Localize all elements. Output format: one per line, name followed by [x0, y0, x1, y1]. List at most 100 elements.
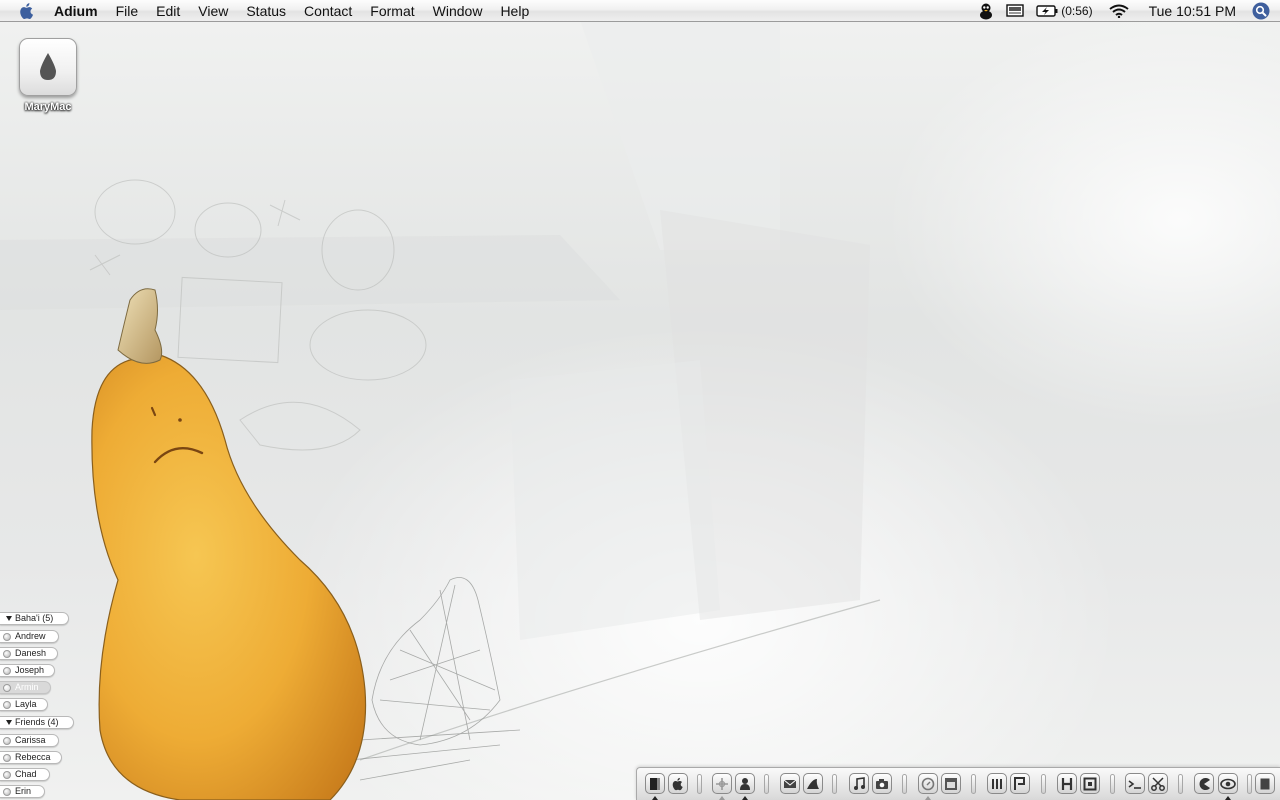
battery-charging-icon	[1036, 5, 1058, 17]
hard-drive-label[interactable]: MaryMac	[0, 101, 96, 113]
menu-help[interactable]: Help	[491, 0, 538, 22]
dock-mail[interactable]	[780, 773, 800, 794]
menu-file[interactable]: File	[107, 0, 148, 22]
apple-menu[interactable]	[16, 0, 38, 22]
status-bullet-icon	[3, 649, 11, 658]
dock-hash-app[interactable]	[1057, 773, 1077, 794]
desktop-wallpaper	[0, 0, 1280, 800]
apple-icon	[672, 777, 683, 790]
contact-danesh[interactable]: Danesh	[0, 647, 58, 660]
menu-app-name[interactable]: Adium	[38, 0, 107, 22]
user-icon	[740, 777, 750, 790]
display-icon	[1006, 4, 1024, 17]
contact-layla[interactable]: Layla	[0, 698, 48, 711]
eye-icon	[1220, 778, 1236, 789]
dock-separator	[764, 774, 769, 794]
contact-name: Layla	[15, 699, 37, 709]
dock-network[interactable]	[712, 773, 732, 794]
word-icon	[992, 778, 1002, 789]
dock-apple[interactable]	[668, 773, 688, 794]
disclosure-triangle-icon	[6, 616, 12, 621]
camera-icon	[876, 778, 888, 789]
menu-edit[interactable]: Edit	[147, 0, 189, 22]
wallpaper-art	[0, 20, 881, 800]
group-bahai[interactable]: Baha'i (5)	[0, 612, 69, 625]
contact-name: Erin	[15, 786, 32, 796]
running-indicator	[742, 796, 748, 800]
contact-carissa[interactable]: Carissa	[0, 734, 59, 747]
status-bullet-icon	[3, 632, 11, 641]
menu-status[interactable]: Status	[237, 0, 295, 22]
contact-andrew[interactable]: Andrew	[0, 630, 59, 643]
terminal-icon	[1128, 779, 1141, 789]
status-bullet-icon	[3, 770, 11, 779]
music-icon	[854, 776, 865, 790]
status-bullet-icon	[3, 666, 11, 675]
contact-joseph[interactable]: Joseph	[0, 664, 55, 677]
contact-name: Chad	[15, 769, 37, 779]
menu-window[interactable]: Window	[424, 0, 492, 22]
dock-separator	[902, 774, 907, 794]
running-indicator	[719, 796, 725, 800]
dock-eye-app[interactable]	[1218, 773, 1238, 794]
network-icon	[716, 777, 728, 790]
finder-icon	[650, 777, 660, 790]
dock-finder[interactable]	[645, 773, 665, 794]
running-indicator	[1225, 796, 1231, 800]
contact-armin[interactable]: Armin	[0, 681, 51, 694]
dock-itunes[interactable]	[849, 773, 869, 794]
battery-menu[interactable]: (0:56)	[1030, 0, 1098, 22]
pacman-icon	[1199, 777, 1210, 790]
dock-trash[interactable]	[1255, 773, 1275, 794]
contact-chad[interactable]: Chad	[0, 768, 50, 781]
menu-extras: (0:56) Tue 10:51 PM	[972, 0, 1280, 22]
dock-scissors[interactable]	[1148, 773, 1168, 794]
contact-erin[interactable]: Erin	[0, 785, 45, 798]
status-bullet-icon	[3, 736, 11, 745]
dock	[636, 767, 1280, 800]
dock-separator	[1041, 774, 1046, 794]
hard-drive-icon[interactable]	[19, 38, 77, 96]
preview-icon	[1083, 777, 1097, 790]
scissors-icon	[1151, 776, 1165, 791]
battery-time: (0:56)	[1061, 4, 1093, 18]
contact-name: Carissa	[15, 735, 46, 745]
menu-contact[interactable]: Contact	[295, 0, 361, 22]
dock-safari[interactable]	[918, 773, 938, 794]
dock-pacman[interactable]	[1194, 773, 1214, 794]
dock-ical[interactable]	[941, 773, 961, 794]
dock-separator	[1247, 774, 1252, 794]
status-bullet-icon	[3, 787, 11, 796]
status-bullet-icon	[3, 700, 11, 709]
dock-separator	[697, 774, 702, 794]
dock-preview[interactable]	[1080, 773, 1100, 794]
dock-terminal[interactable]	[1125, 773, 1145, 794]
dock-user[interactable]	[735, 773, 755, 794]
shark-icon	[807, 778, 819, 789]
idle-bullet-icon	[3, 683, 11, 692]
dock-iphoto[interactable]	[872, 773, 892, 794]
group-name: Friends (4)	[15, 717, 59, 727]
dock-word[interactable]	[987, 773, 1007, 794]
group-friends[interactable]: Friends (4)	[0, 716, 74, 729]
wifi-menu[interactable]	[1099, 0, 1139, 22]
dock-separator	[1110, 774, 1115, 794]
contact-rebecca[interactable]: Rebecca	[0, 751, 62, 764]
hash-icon	[1061, 777, 1073, 790]
trash-icon	[1260, 778, 1270, 789]
menu-format[interactable]: Format	[361, 0, 423, 22]
calendar-icon	[945, 777, 957, 790]
apple-icon	[20, 2, 33, 19]
dock-separator	[971, 774, 976, 794]
contact-name: Danesh	[15, 648, 47, 658]
dock-pages[interactable]	[1010, 773, 1030, 794]
dock-shark[interactable]	[803, 773, 823, 794]
display-menu[interactable]	[1000, 0, 1030, 22]
adium-status-menu[interactable]	[972, 0, 1000, 22]
running-indicator	[925, 796, 931, 800]
menu-clock[interactable]: Tue 10:51 PM	[1139, 3, 1250, 19]
wifi-icon	[1108, 4, 1129, 18]
contact-name: Rebecca	[15, 752, 51, 762]
menu-view[interactable]: View	[189, 0, 237, 22]
spotlight-button[interactable]	[1250, 0, 1272, 22]
